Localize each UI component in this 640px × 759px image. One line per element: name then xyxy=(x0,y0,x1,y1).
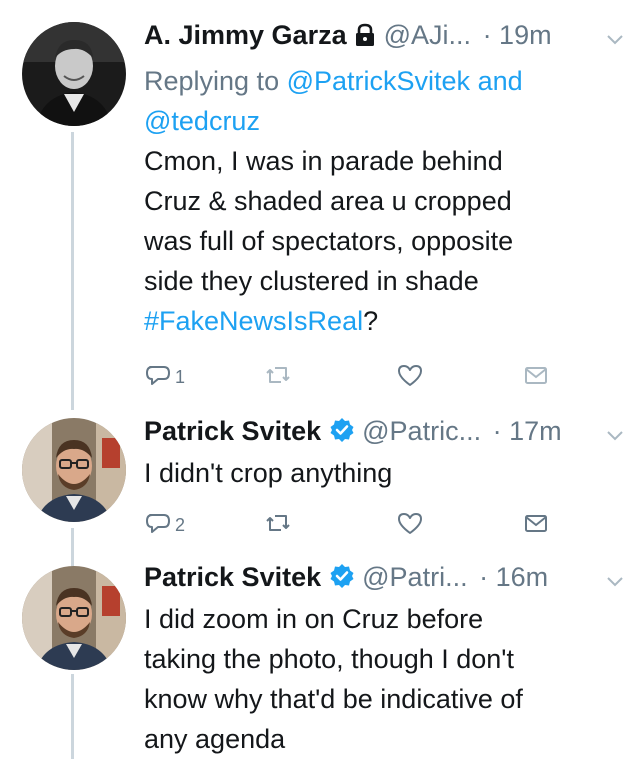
tweet-header: A. Jimmy Garza @AJi... · 19m xyxy=(144,18,626,55)
chevron-down-icon[interactable] xyxy=(604,566,626,588)
dm-button[interactable] xyxy=(522,362,550,392)
tweet-text-line: know why that'd be indicative of xyxy=(144,684,523,714)
reply-prefix: Replying to xyxy=(144,66,280,96)
reply-button[interactable]: 1 xyxy=(144,362,185,392)
verified-badge-icon xyxy=(329,563,355,597)
timestamp[interactable]: · 16m xyxy=(479,562,548,592)
author-name[interactable]: Patrick Svitek xyxy=(144,562,321,592)
tweet-text-line: side they clustered in shade xyxy=(144,266,479,296)
author-handle[interactable]: @Patri... xyxy=(362,562,467,592)
verified-badge-icon xyxy=(329,417,355,451)
replying-to: Replying to @PatrickSvitek and @tedcruz xyxy=(144,61,626,141)
retweet-button[interactable] xyxy=(264,362,292,392)
tweet-text-line: taking the photo, though I don't xyxy=(144,644,514,674)
heart-icon xyxy=(396,361,424,394)
tweet-text-line: #FakeNewsIsReal? xyxy=(144,301,626,341)
timestamp[interactable]: · 17m xyxy=(493,416,562,446)
heart-icon xyxy=(396,509,424,542)
envelope-icon xyxy=(522,509,550,542)
timestamp[interactable]: · 19m xyxy=(483,20,552,50)
reply-icon xyxy=(144,509,172,542)
avatar[interactable] xyxy=(22,566,126,670)
avatar[interactable] xyxy=(22,418,126,522)
reply-and: and xyxy=(477,66,523,96)
tweet-text-line: Cruz & shaded area u cropped xyxy=(144,186,512,216)
reply-button[interactable]: 2 xyxy=(144,510,185,540)
hashtag-link[interactable]: #FakeNewsIsReal xyxy=(144,306,363,336)
tweet-text-line: I didn't crop anything xyxy=(144,458,393,488)
author-handle[interactable]: @Patric... xyxy=(362,416,481,446)
chevron-down-icon[interactable] xyxy=(604,420,626,442)
reply-icon xyxy=(144,361,172,394)
author-handle[interactable]: @AJi... xyxy=(384,20,471,50)
hashtag-suffix: ? xyxy=(363,306,379,336)
tweet-header: Patrick Svitek @Patric... · 17m xyxy=(144,414,626,451)
reply-count: 1 xyxy=(175,366,186,387)
author-name[interactable]: Patrick Svitek xyxy=(144,416,321,446)
retweet-icon xyxy=(264,509,292,542)
like-button[interactable] xyxy=(396,362,424,392)
tweet-text-line: Cmon, I was in parade behind xyxy=(144,146,503,176)
mention-link[interactable]: @PatrickSvitek xyxy=(287,66,470,96)
thread-line xyxy=(71,528,74,568)
tweet-actions: 2 xyxy=(144,510,564,540)
tweet-text-line: any agenda xyxy=(144,724,286,754)
tweet-text: I did zoom in on Cruz before taking the … xyxy=(144,599,626,759)
tweet-text: Cmon, I was in parade behind Cruz & shad… xyxy=(144,141,626,341)
tweet-text-line: I did zoom in on Cruz before xyxy=(144,604,484,634)
author-name[interactable]: A. Jimmy Garza xyxy=(144,20,347,50)
tweet-header: Patrick Svitek @Patri... · 16m xyxy=(144,560,626,597)
tweet-text: I didn't crop anything xyxy=(144,453,626,493)
lock-icon xyxy=(354,21,376,55)
avatar[interactable] xyxy=(22,22,126,126)
tweet-text-line: was full of spectators, opposite xyxy=(144,226,514,256)
thread-line xyxy=(71,674,74,759)
mention-link[interactable]: @tedcruz xyxy=(144,106,260,136)
thread-line xyxy=(71,132,74,410)
envelope-icon xyxy=(522,361,550,394)
reply-count: 2 xyxy=(175,514,186,535)
retweet-button[interactable] xyxy=(264,510,292,540)
chevron-down-icon[interactable] xyxy=(604,24,626,46)
retweet-icon xyxy=(264,361,292,394)
dm-button[interactable] xyxy=(522,510,550,540)
like-button[interactable] xyxy=(396,510,424,540)
tweet-actions: 1 xyxy=(144,362,564,392)
